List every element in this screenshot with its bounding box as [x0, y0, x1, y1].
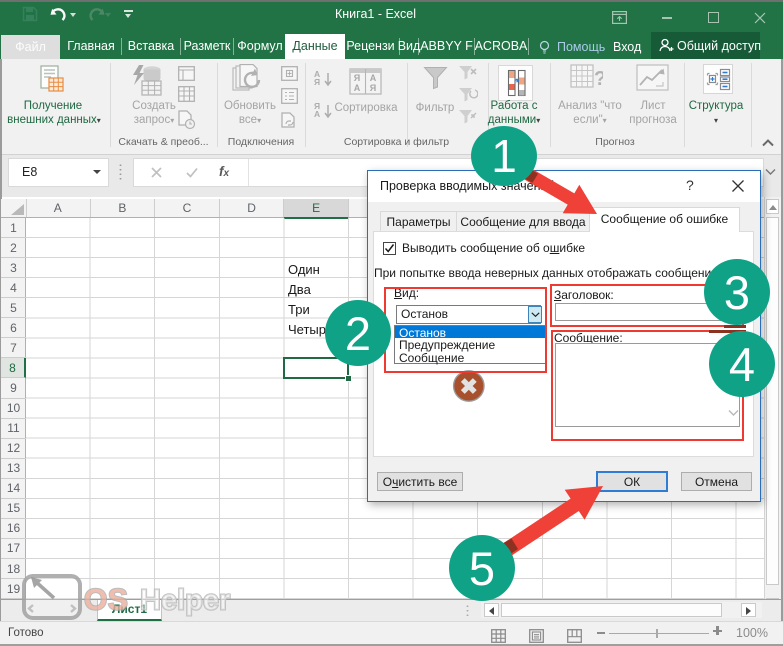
svg-text:OS: OS: [84, 584, 128, 617]
svg-text:А: А: [354, 83, 361, 93]
svg-text:Я: Я: [354, 73, 360, 83]
svg-text:Я: Я: [370, 83, 376, 93]
svg-text:?: ?: [594, 68, 603, 90]
svg-text:А: А: [370, 73, 377, 83]
svg-text:Helper: Helper: [140, 585, 230, 617]
